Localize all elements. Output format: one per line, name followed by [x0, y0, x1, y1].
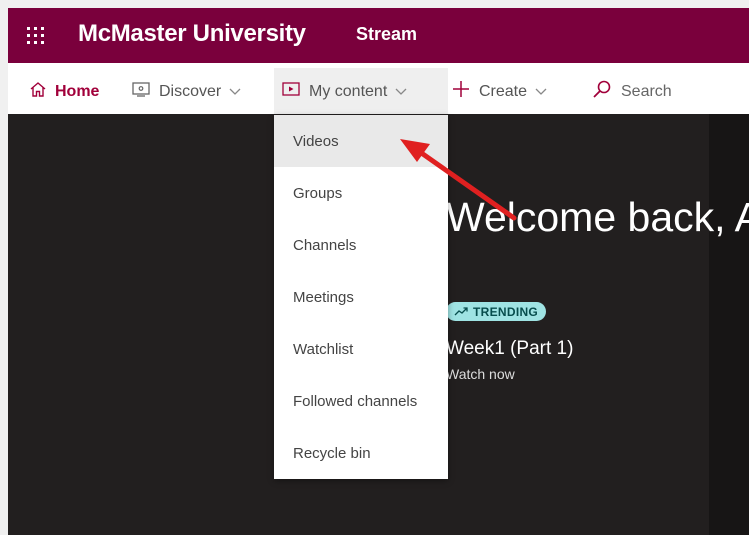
- video-icon: [282, 82, 300, 101]
- search-box[interactable]: Search: [592, 68, 672, 115]
- menu-item-recycle-bin[interactable]: Recycle bin: [274, 427, 448, 479]
- my-content-menu: Videos Groups Channels Meetings Watchlis…: [274, 115, 448, 479]
- trending-badge-label: TRENDING: [473, 304, 539, 319]
- nav-create-label: Create: [479, 82, 528, 100]
- nav-discover-label: Discover: [159, 82, 222, 100]
- menu-item-meetings[interactable]: Meetings: [274, 271, 448, 323]
- nav-bar: Home Discover My content Create Search: [8, 68, 749, 116]
- trending-badge: TRENDING: [446, 302, 547, 321]
- menu-item-videos[interactable]: Videos: [274, 115, 448, 167]
- nav-create[interactable]: Create: [452, 68, 547, 115]
- home-icon: [30, 81, 46, 102]
- nav-discover[interactable]: Discover: [132, 68, 241, 115]
- video-title[interactable]: Week1 (Part 1): [446, 338, 573, 360]
- trending-icon: [454, 307, 468, 316]
- chevron-down-icon: [395, 83, 407, 101]
- brand-title[interactable]: McMaster University: [78, 20, 306, 48]
- app-name[interactable]: Stream: [356, 24, 417, 45]
- discover-icon: [132, 81, 150, 102]
- plus-icon: [452, 80, 470, 103]
- menu-item-channels[interactable]: Channels: [274, 219, 448, 271]
- search-placeholder: Search: [621, 82, 672, 100]
- welcome-heading: Welcome back, A: [446, 194, 749, 240]
- top-bar: McMaster University Stream: [8, 8, 749, 63]
- search-icon: [592, 79, 612, 104]
- nav-my-content[interactable]: My content: [274, 68, 448, 115]
- watch-now-link[interactable]: Watch now: [446, 366, 515, 382]
- nav-home[interactable]: Home: [30, 68, 99, 115]
- menu-item-followed-channels[interactable]: Followed channels: [274, 375, 448, 427]
- chevron-down-icon: [229, 83, 241, 101]
- app-launcher-icon[interactable]: [27, 27, 45, 45]
- nav-home-label: Home: [55, 82, 100, 100]
- chevron-down-icon: [535, 83, 547, 101]
- menu-item-watchlist[interactable]: Watchlist: [274, 323, 448, 375]
- stream-window: McMaster University Stream Home Discover…: [8, 8, 749, 535]
- menu-item-groups[interactable]: Groups: [274, 167, 448, 219]
- hero-shade: [709, 114, 749, 535]
- nav-my-content-label: My content: [309, 82, 388, 100]
